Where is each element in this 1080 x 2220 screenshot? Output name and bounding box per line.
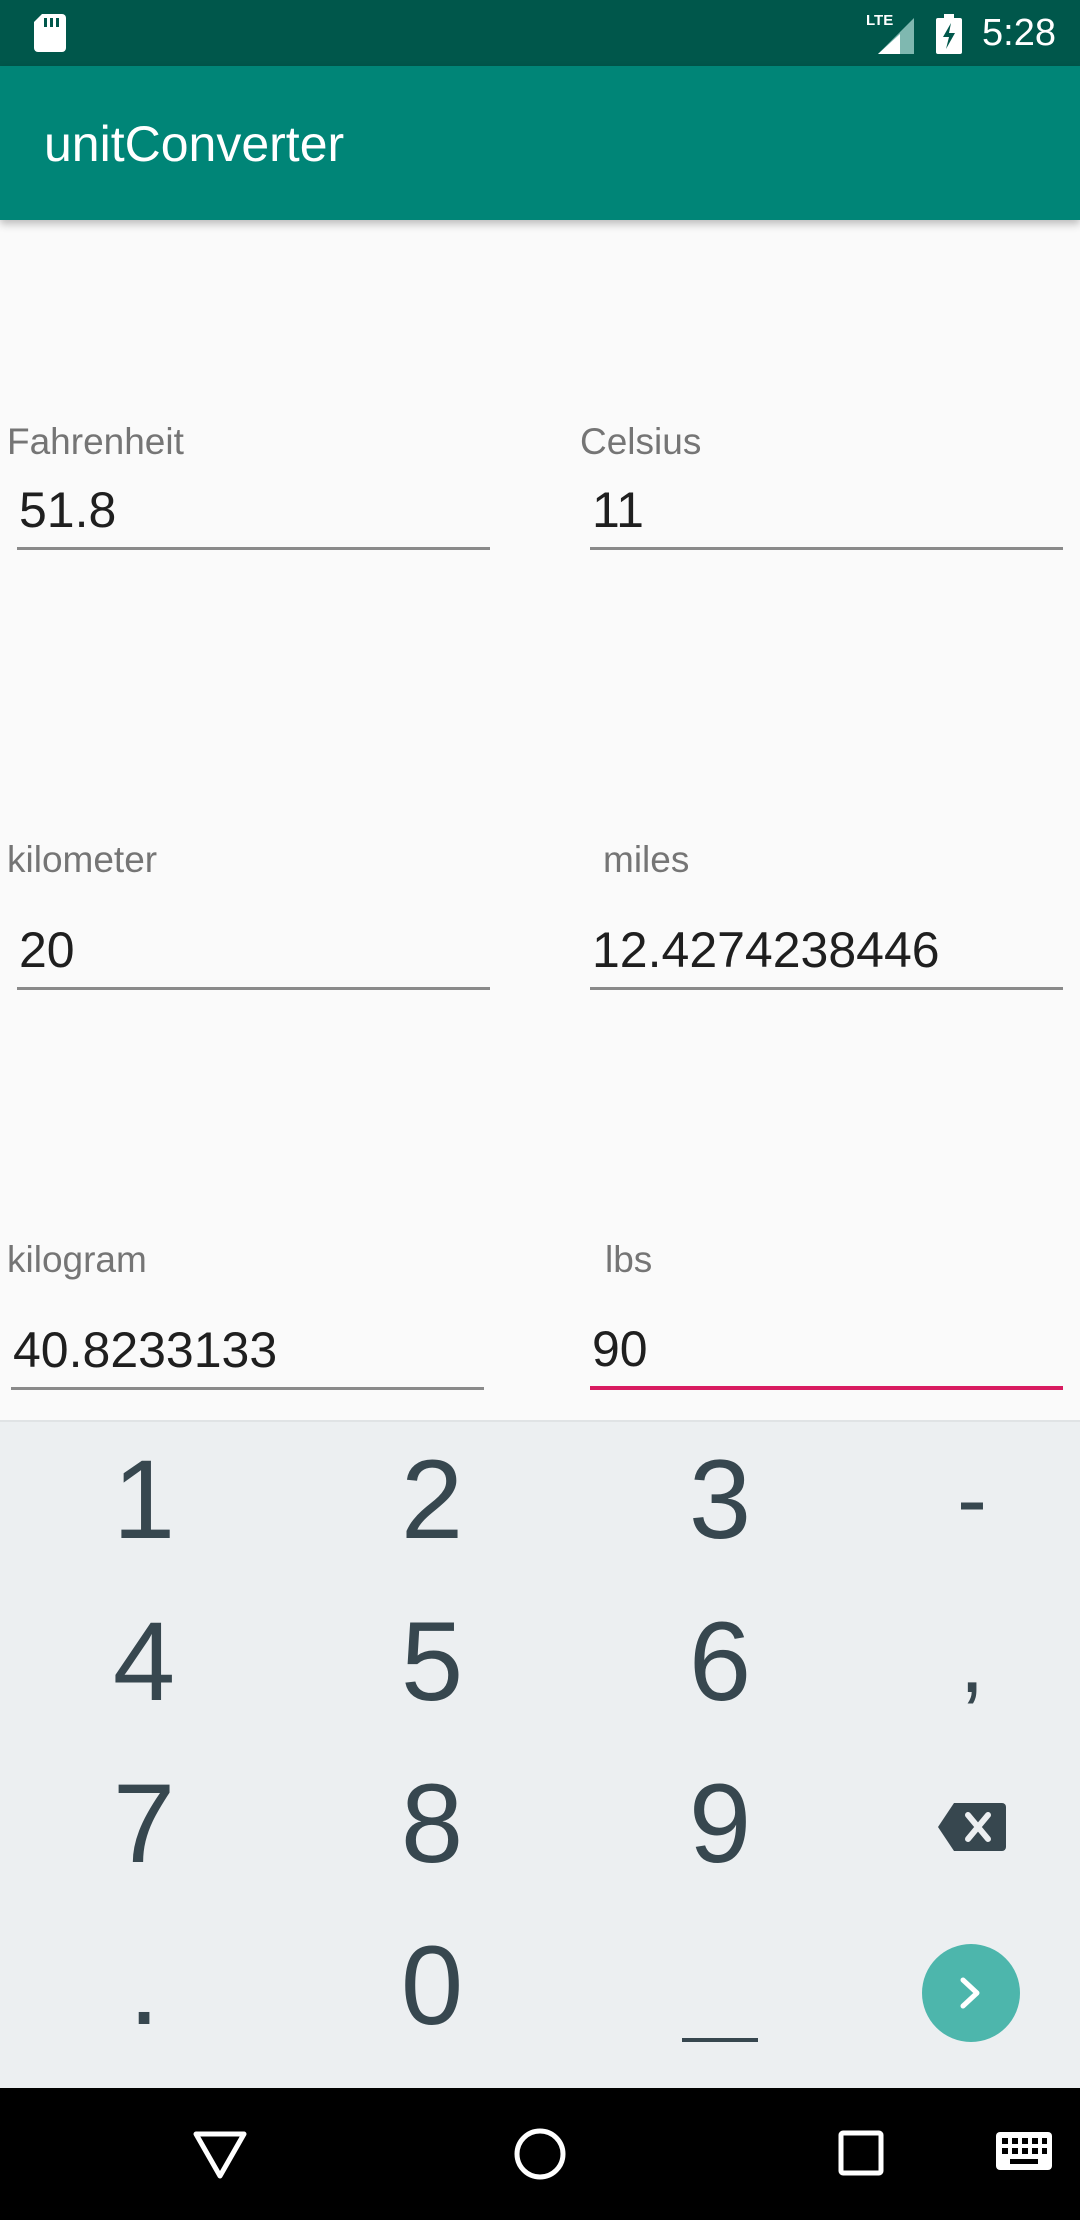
recents-square-icon[interactable] (836, 2128, 886, 2178)
key-0[interactable]: 0 (332, 1926, 532, 2046)
key-period[interactable]: . (44, 1926, 244, 2046)
lbs-value: 90 (592, 1321, 648, 1377)
app-toolbar: unitConverter (0, 66, 1080, 220)
network-type-label: LTE (866, 12, 894, 29)
kilometer-label: kilometer (7, 839, 158, 880)
kilogram-input[interactable]: 40.8233133 (11, 1320, 484, 1390)
back-triangle-icon[interactable] (190, 2128, 250, 2182)
key-4[interactable]: 4 (44, 1602, 244, 1722)
kilometer-input[interactable]: 20 (17, 920, 490, 990)
miles-input[interactable]: 12.4274238446 (590, 920, 1063, 990)
key-1[interactable]: 1 (44, 1440, 244, 1560)
key-6[interactable]: 6 (620, 1602, 820, 1722)
miles-value: 12.4274238446 (592, 922, 940, 978)
celsius-label: Celsius (580, 421, 702, 462)
app-title: unitConverter (44, 116, 345, 172)
kilogram-label: kilogram (7, 1239, 147, 1280)
lte-signal-icon: LTE (866, 12, 916, 54)
keyboard-switch-icon[interactable] (996, 2132, 1052, 2174)
celsius-input[interactable]: 11 (590, 480, 1063, 550)
celsius-value: 11 (592, 482, 644, 538)
fahrenheit-value: 51.8 (19, 482, 117, 538)
key-5[interactable]: 5 (332, 1602, 532, 1722)
home-circle-icon[interactable] (512, 2126, 568, 2182)
lbs-label: lbs (605, 1239, 653, 1280)
status-bar: LTE 5:28 (0, 0, 1080, 66)
key-comma[interactable]: , (872, 1602, 1072, 1722)
lbs-input[interactable]: 90 (590, 1320, 1063, 1390)
kilogram-value: 40.8233133 (13, 1322, 278, 1378)
backspace-icon[interactable] (938, 1803, 1006, 1851)
clock: 5:28 (982, 12, 1056, 54)
next-button[interactable] (922, 1944, 1020, 2042)
key-9[interactable]: 9 (620, 1764, 820, 1884)
navigation-bar (0, 2088, 1080, 2220)
fahrenheit-label: Fahrenheit (7, 421, 184, 462)
key-8[interactable]: 8 (332, 1764, 532, 1884)
sd-card-icon (34, 14, 66, 52)
kilometer-value: 20 (19, 922, 75, 978)
key-3[interactable]: 3 (620, 1440, 820, 1560)
next-arrow-icon (960, 1977, 980, 2009)
space-key[interactable] (682, 2038, 758, 2042)
key-minus[interactable]: - (872, 1440, 1072, 1560)
battery-charging-icon (936, 14, 962, 54)
key-7[interactable]: 7 (44, 1764, 244, 1884)
key-2[interactable]: 2 (332, 1440, 532, 1560)
miles-label: miles (603, 839, 690, 880)
fahrenheit-input[interactable]: 51.8 (17, 480, 490, 550)
